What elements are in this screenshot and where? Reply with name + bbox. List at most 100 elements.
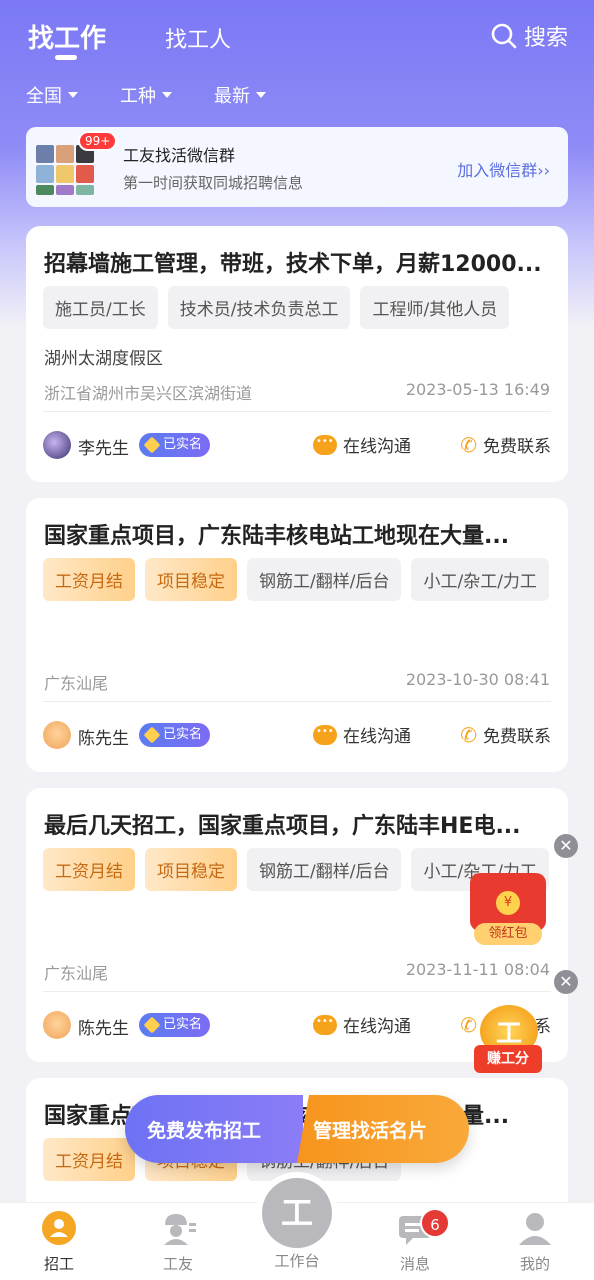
chat-label: 在线沟通 — [343, 727, 411, 747]
diamond-icon — [143, 1016, 161, 1034]
tab-find-job[interactable]: 找工作 — [28, 18, 106, 55]
job-title: 国家重点项目，广东陆丰核电站工地现在大量... — [44, 524, 510, 549]
job-card[interactable]: 国家重点项目，广东陆丰核电站工地现在大量... 工资月结 项目稳定 钢筋工/翻样… — [26, 498, 568, 772]
tab-label: 我的 — [519, 1255, 550, 1273]
job-tag: 项目稳定 — [145, 848, 237, 891]
search-label: 搜索 — [523, 26, 568, 51]
verified-label: 已实名 — [163, 727, 203, 742]
call-label: 免费联系 — [483, 437, 551, 457]
unread-badge: 99+ — [78, 131, 118, 151]
message-count-badge: 6 — [420, 1208, 450, 1238]
tab-label: 工友 — [162, 1255, 193, 1273]
tab-recruit[interactable]: 招工 — [9, 1209, 109, 1274]
online-chat-button[interactable]: 在线沟通 — [313, 722, 411, 747]
tab-label: 招工 — [43, 1255, 74, 1273]
tab-messages[interactable]: 消息 — [365, 1209, 465, 1274]
tab-indicator — [55, 55, 77, 60]
banner-subtitle: 第一时间获取同城招聘信息 — [123, 173, 304, 192]
job-tag: 小工/杂工/力工 — [411, 558, 549, 601]
tab-label: 消息 — [399, 1255, 430, 1273]
verified-label: 已实名 — [163, 437, 203, 452]
caret-down-icon — [256, 92, 266, 98]
filter-sort[interactable]: 最新 — [214, 82, 266, 108]
banner-title: 工友找活微信群 — [123, 145, 236, 165]
earn-label: 赚工分 — [474, 1045, 542, 1073]
free-contact-button[interactable]: ✆ 免费联系 — [460, 432, 551, 458]
chat-label: 在线沟通 — [343, 1017, 411, 1037]
job-time: 2023-05-13 16:49 — [405, 380, 550, 399]
caret-down-icon — [162, 92, 172, 98]
tab-workers[interactable]: 工友 — [128, 1209, 228, 1274]
call-label: 免费联系 — [483, 727, 551, 747]
divider — [43, 411, 551, 412]
redpack-label: 领红包 — [474, 923, 542, 945]
phone-icon: ✆ — [460, 722, 477, 747]
job-card-footer: 李先生 已实名 在线沟通 ✆ 免费联系 — [43, 429, 551, 461]
verified-badge: 已实名 — [139, 723, 211, 747]
caret-down-icon — [68, 92, 78, 98]
job-tag: 项目稳定 — [145, 558, 237, 601]
close-redpack-button[interactable]: ✕ — [554, 834, 578, 858]
job-tag: 钢筋工/翻样/后台 — [247, 558, 402, 601]
job-title: 招幕墙施工管理，带班，技术下单，月薪12000... — [44, 252, 542, 277]
job-location: 广东汕尾 — [44, 964, 109, 983]
job-card-footer: 陈先生 已实名 在线沟通 ✆ 免费联系 — [43, 719, 551, 751]
chat-bubble-icon — [313, 724, 337, 745]
yuan-coin-icon: ¥ — [496, 891, 520, 915]
job-tag: 工资月结 — [43, 558, 135, 601]
group-avatars-image: 99+ — [36, 131, 118, 199]
red-packet-button[interactable]: ¥ 领红包 — [466, 873, 550, 945]
filter-bar: 全国 工种 最新 — [26, 82, 266, 108]
divider — [43, 701, 551, 702]
wechat-group-banner[interactable]: 99+ 工友找活微信群 第一时间获取同城招聘信息 加入微信群›› — [26, 127, 568, 207]
poster-name: 李先生 — [78, 439, 129, 459]
tab-find-worker[interactable]: 找工人 — [165, 22, 231, 54]
recruit-icon — [40, 1209, 78, 1247]
job-tag: 工资月结 — [43, 1138, 135, 1181]
filter-label: 全国 — [26, 86, 62, 107]
earn-points-button[interactable]: 工 赚工分 — [472, 1005, 544, 1075]
close-earn-button[interactable]: ✕ — [554, 970, 578, 994]
job-tag: 工程师/其他人员 — [360, 286, 510, 329]
verified-badge: 已实名 — [139, 433, 211, 457]
chevron-right-icon: ›› — [537, 161, 550, 180]
divider — [43, 991, 551, 992]
verified-badge: 已实名 — [139, 1013, 211, 1037]
verified-label: 已实名 — [163, 1017, 203, 1032]
job-tags: 施工员/工长 技术员/技术负责总工 工程师/其他人员 — [43, 286, 553, 329]
online-chat-button[interactable]: 在线沟通 — [313, 1012, 411, 1037]
diamond-icon — [143, 726, 161, 744]
poster-name: 陈先生 — [78, 729, 129, 749]
workbench-icon: 工 — [262, 1178, 332, 1248]
job-tags: 工资月结 项目稳定 钢筋工/翻样/后台 小工/杂工/力工 — [43, 558, 553, 601]
floating-action-pill: 免费发布招工 管理找活名片 — [125, 1095, 469, 1163]
filter-trade[interactable]: 工种 — [120, 82, 172, 108]
job-location: 湖州太湖度假区 — [44, 349, 163, 369]
free-contact-button[interactable]: ✆ 免费联系 — [460, 722, 551, 748]
job-tag: 工资月结 — [43, 848, 135, 891]
tab-mine[interactable]: 我的 — [485, 1209, 585, 1274]
job-location: 广东汕尾 — [44, 674, 109, 693]
manage-card-button[interactable]: 管理找活名片 — [297, 1095, 469, 1163]
job-tag: 施工员/工长 — [43, 286, 158, 329]
post-job-button[interactable]: 免费发布招工 — [125, 1095, 303, 1163]
tab-workbench[interactable]: 工 — [256, 1172, 338, 1254]
job-tag: 钢筋工/翻样/后台 — [247, 848, 402, 891]
job-card[interactable]: 招幕墙施工管理，带班，技术下单，月薪12000... 施工员/工长 技术员/技术… — [26, 226, 568, 482]
worker-helmet-icon — [159, 1209, 197, 1247]
chat-label: 在线沟通 — [343, 437, 411, 457]
job-address: 浙江省湖州市吴兴区滨湖街道 — [44, 384, 253, 403]
filter-label: 最新 — [214, 86, 250, 107]
poster-name: 陈先生 — [78, 1019, 129, 1039]
join-wechat-group-link[interactable]: 加入微信群›› — [457, 157, 550, 181]
filter-region[interactable]: 全国 — [26, 82, 78, 108]
online-chat-button[interactable]: 在线沟通 — [313, 432, 411, 457]
job-time: 2023-10-30 08:41 — [405, 670, 550, 689]
avatar — [43, 1011, 71, 1039]
tab-label: 工作台 — [274, 1252, 320, 1270]
user-profile-icon — [516, 1209, 554, 1247]
search-button[interactable]: 搜索 — [490, 20, 568, 52]
avatar — [43, 431, 71, 459]
job-time: 2023-11-11 08:04 — [405, 960, 550, 979]
chat-bubble-icon — [313, 434, 337, 455]
